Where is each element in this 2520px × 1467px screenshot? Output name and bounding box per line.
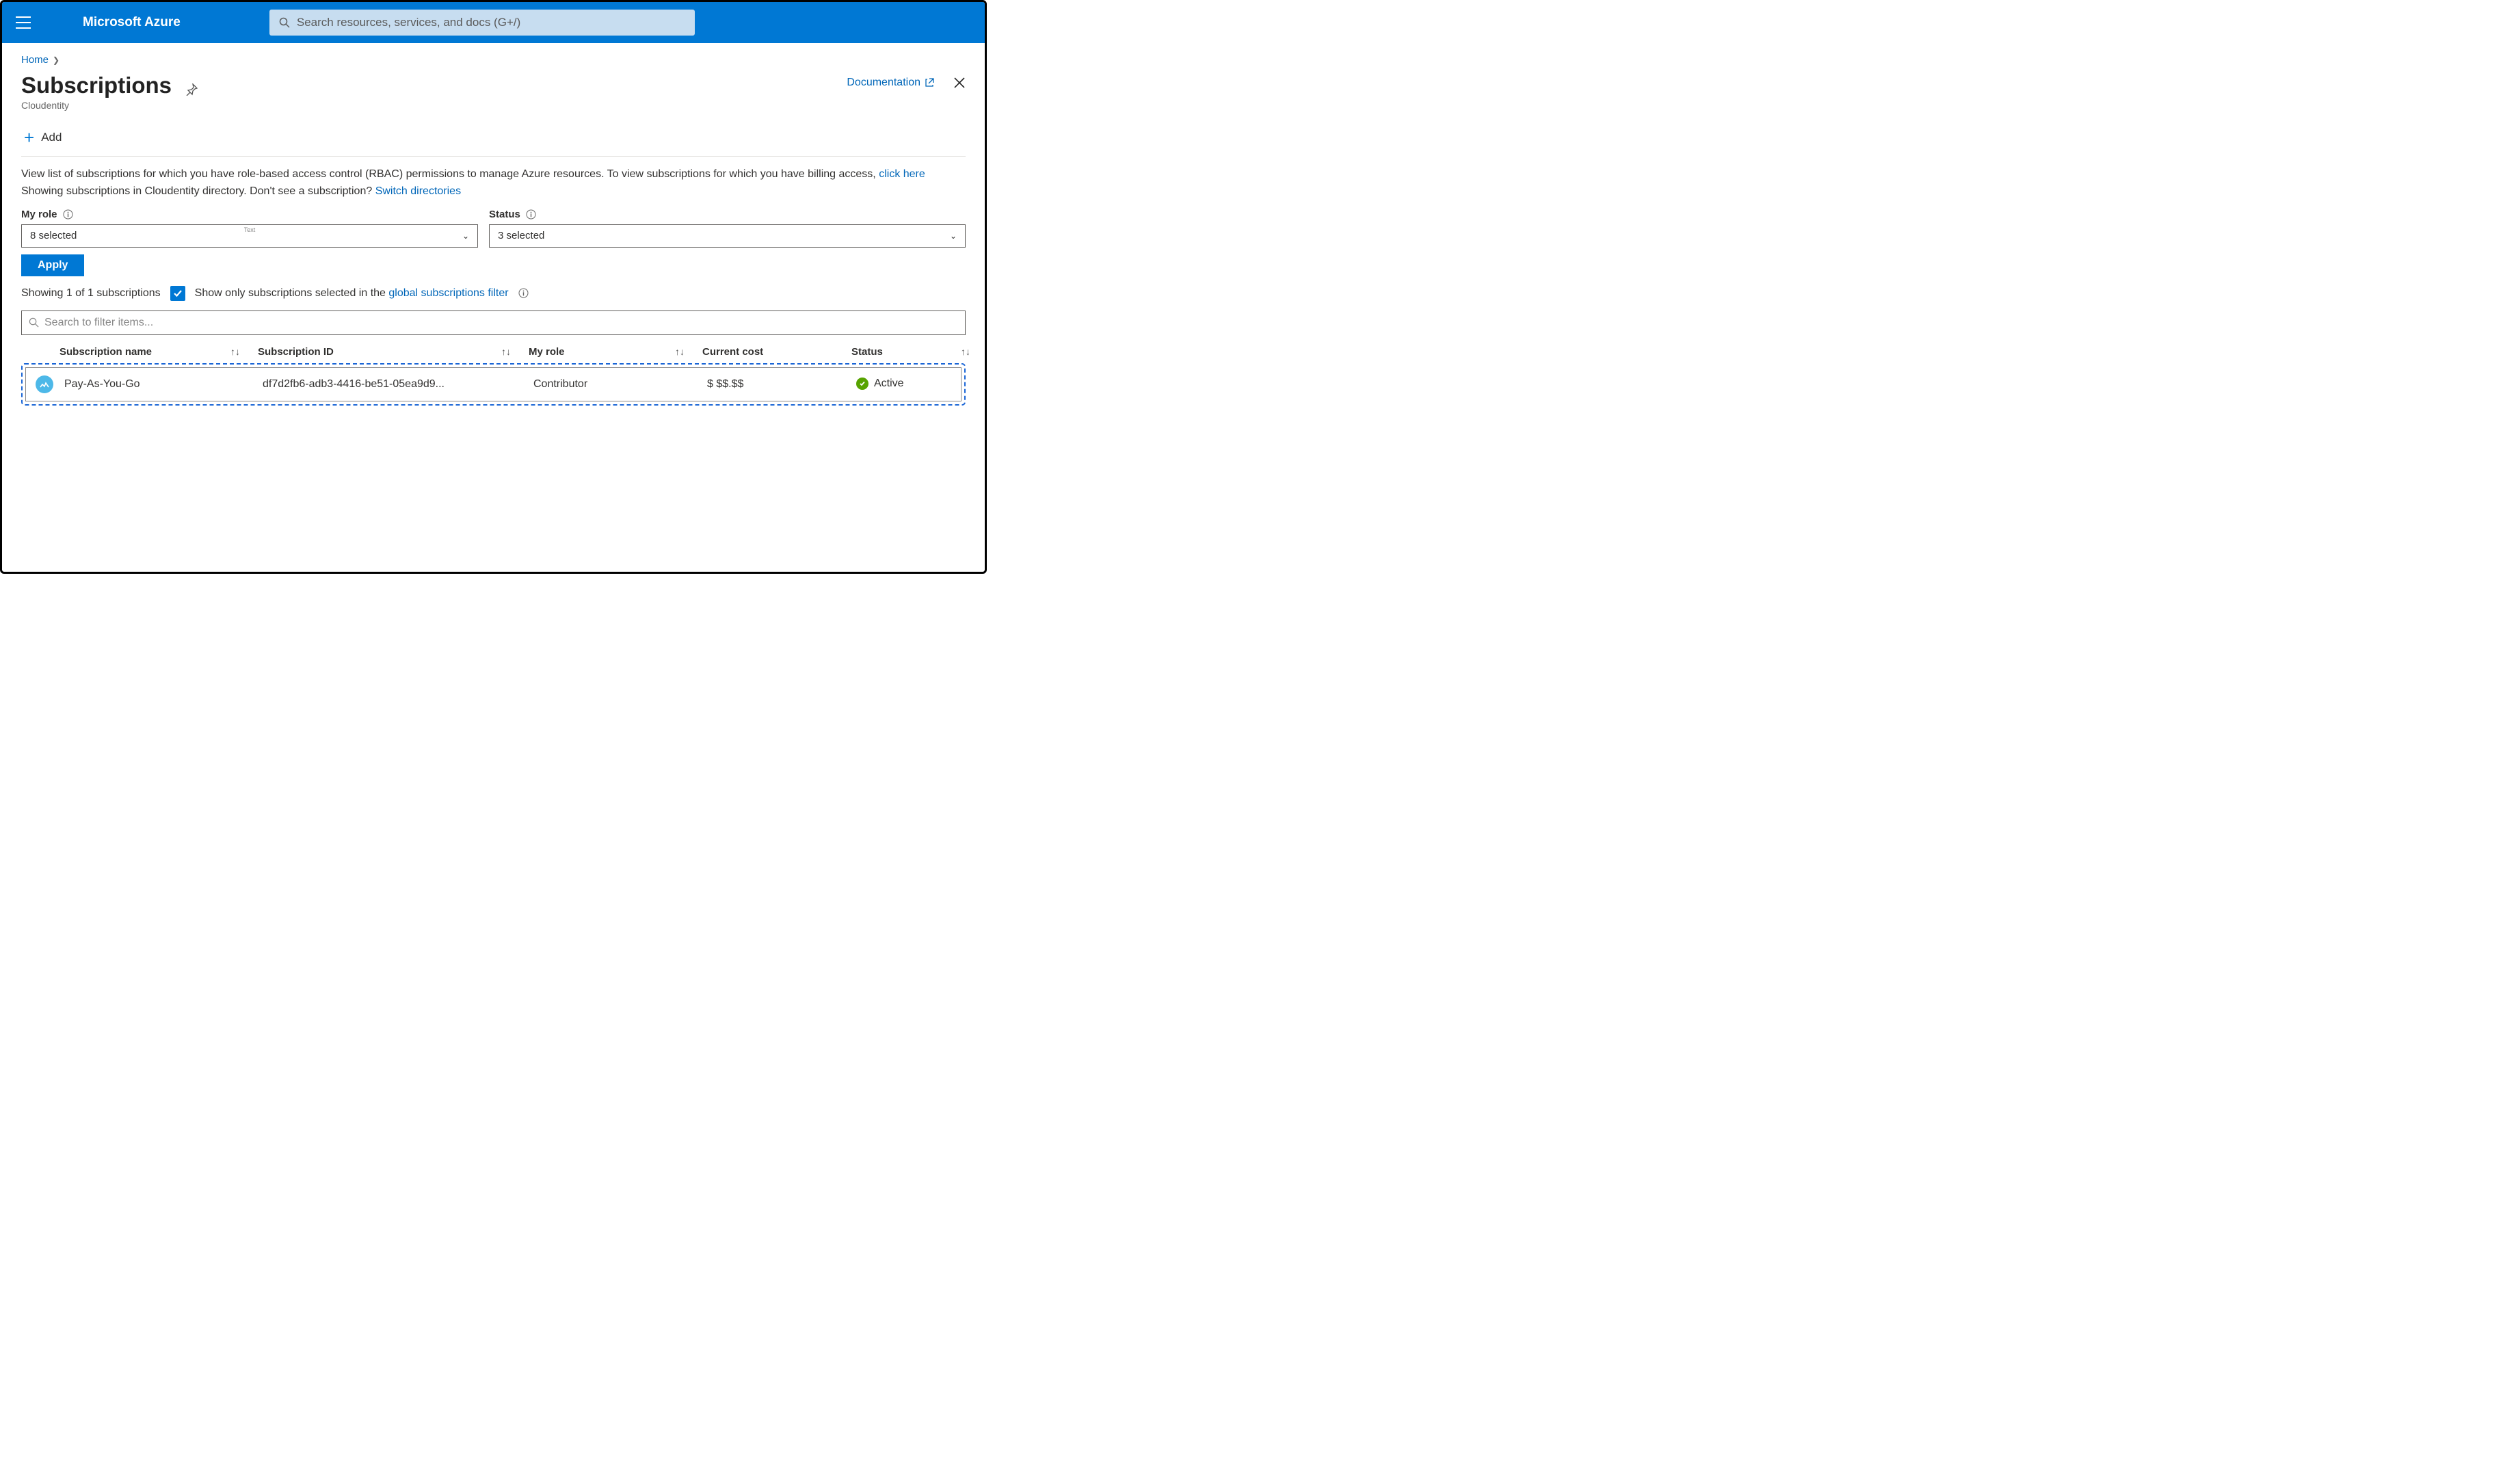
chevron-down-icon: ⌄	[462, 231, 469, 241]
global-search-input[interactable]	[297, 16, 685, 29]
breadcrumb-home[interactable]: Home	[21, 54, 49, 66]
table-row[interactable]: Pay-As-You-Go df7d2fb6-adb3-4416-be51-05…	[25, 367, 961, 401]
hamburger-menu-icon[interactable]	[10, 11, 36, 34]
global-search[interactable]	[269, 10, 695, 36]
info-icon[interactable]	[63, 209, 73, 220]
apply-button[interactable]: Apply	[21, 254, 84, 276]
click-here-link[interactable]: click here	[879, 168, 925, 180]
status-active-icon	[856, 378, 868, 390]
subscription-icon	[36, 375, 53, 393]
command-bar: + Add	[21, 123, 966, 157]
cell-cost: $ $$.$$	[707, 378, 856, 391]
cell-id: df7d2fb6-adb3-4416-be51-05ea9d9...	[263, 378, 506, 391]
page-subtitle: Cloudentity	[21, 100, 198, 111]
sort-icon[interactable]: ↑↓	[675, 346, 702, 357]
page-title: Subscriptions	[21, 72, 172, 98]
breadcrumb: Home ❯	[21, 54, 966, 66]
status-value: 3 selected	[498, 230, 544, 241]
cell-name: Pay-As-You-Go	[64, 378, 235, 391]
info-icon[interactable]	[526, 209, 536, 220]
table-header: Subscription name ↑↓ Subscription ID ↑↓ …	[21, 342, 966, 362]
cell-role: Contributor	[533, 378, 680, 391]
show-only-checkbox[interactable]	[170, 286, 185, 301]
col-my-role[interactable]: My role	[529, 346, 675, 358]
switch-directories-link[interactable]: Switch directories	[375, 185, 461, 197]
my-role-dropdown[interactable]: 8 selected Text ⌄	[21, 224, 478, 248]
description-part1: View list of subscriptions for which you…	[21, 168, 879, 180]
my-role-label: My role	[21, 209, 478, 220]
chevron-down-icon: ⌄	[950, 231, 957, 241]
col-current-cost[interactable]: Current cost	[702, 346, 851, 358]
add-button[interactable]: + Add	[24, 129, 62, 146]
subscriptions-table: Subscription name ↑↓ Subscription ID ↑↓ …	[21, 342, 966, 406]
search-icon	[29, 317, 39, 328]
cell-status: Active	[856, 378, 966, 390]
documentation-label: Documentation	[847, 77, 920, 89]
brand-label: Microsoft Azure	[83, 15, 181, 30]
col-status[interactable]: Status	[851, 346, 961, 358]
close-icon[interactable]	[953, 77, 966, 89]
external-link-icon	[925, 78, 934, 88]
status-dropdown[interactable]: 3 selected ⌄	[489, 224, 966, 248]
show-only-label: Show only subscriptions selected in the …	[195, 287, 509, 300]
filter-items-input[interactable]	[44, 317, 958, 329]
description-part2: Showing subscriptions in Cloudentity dir…	[21, 185, 375, 197]
global-filter-link[interactable]: global subscriptions filter	[388, 287, 508, 299]
sort-icon[interactable]: ↑↓	[961, 346, 987, 357]
showing-count: Showing 1 of 1 subscriptions	[21, 287, 161, 300]
chevron-right-icon: ❯	[53, 55, 59, 65]
add-label: Add	[41, 131, 62, 144]
highlighted-row-wrap: Pay-As-You-Go df7d2fb6-adb3-4416-be51-05…	[21, 363, 966, 406]
sort-icon[interactable]: ↑↓	[501, 346, 529, 357]
top-bar: Microsoft Azure	[2, 2, 985, 43]
my-role-value: 8 selected	[30, 230, 77, 241]
description-text: View list of subscriptions for which you…	[21, 166, 966, 200]
documentation-link[interactable]: Documentation	[847, 77, 934, 89]
sort-icon[interactable]: ↑↓	[230, 346, 258, 357]
col-subscription-name[interactable]: Subscription name	[59, 346, 230, 358]
filter-items-wrap[interactable]	[21, 310, 966, 335]
search-icon	[279, 17, 290, 28]
role-hint: Text	[244, 226, 256, 233]
info-icon[interactable]	[518, 288, 529, 298]
col-subscription-id[interactable]: Subscription ID	[258, 346, 501, 358]
plus-icon: +	[24, 129, 34, 146]
status-label: Status	[489, 209, 966, 220]
pin-icon[interactable]	[185, 83, 198, 96]
